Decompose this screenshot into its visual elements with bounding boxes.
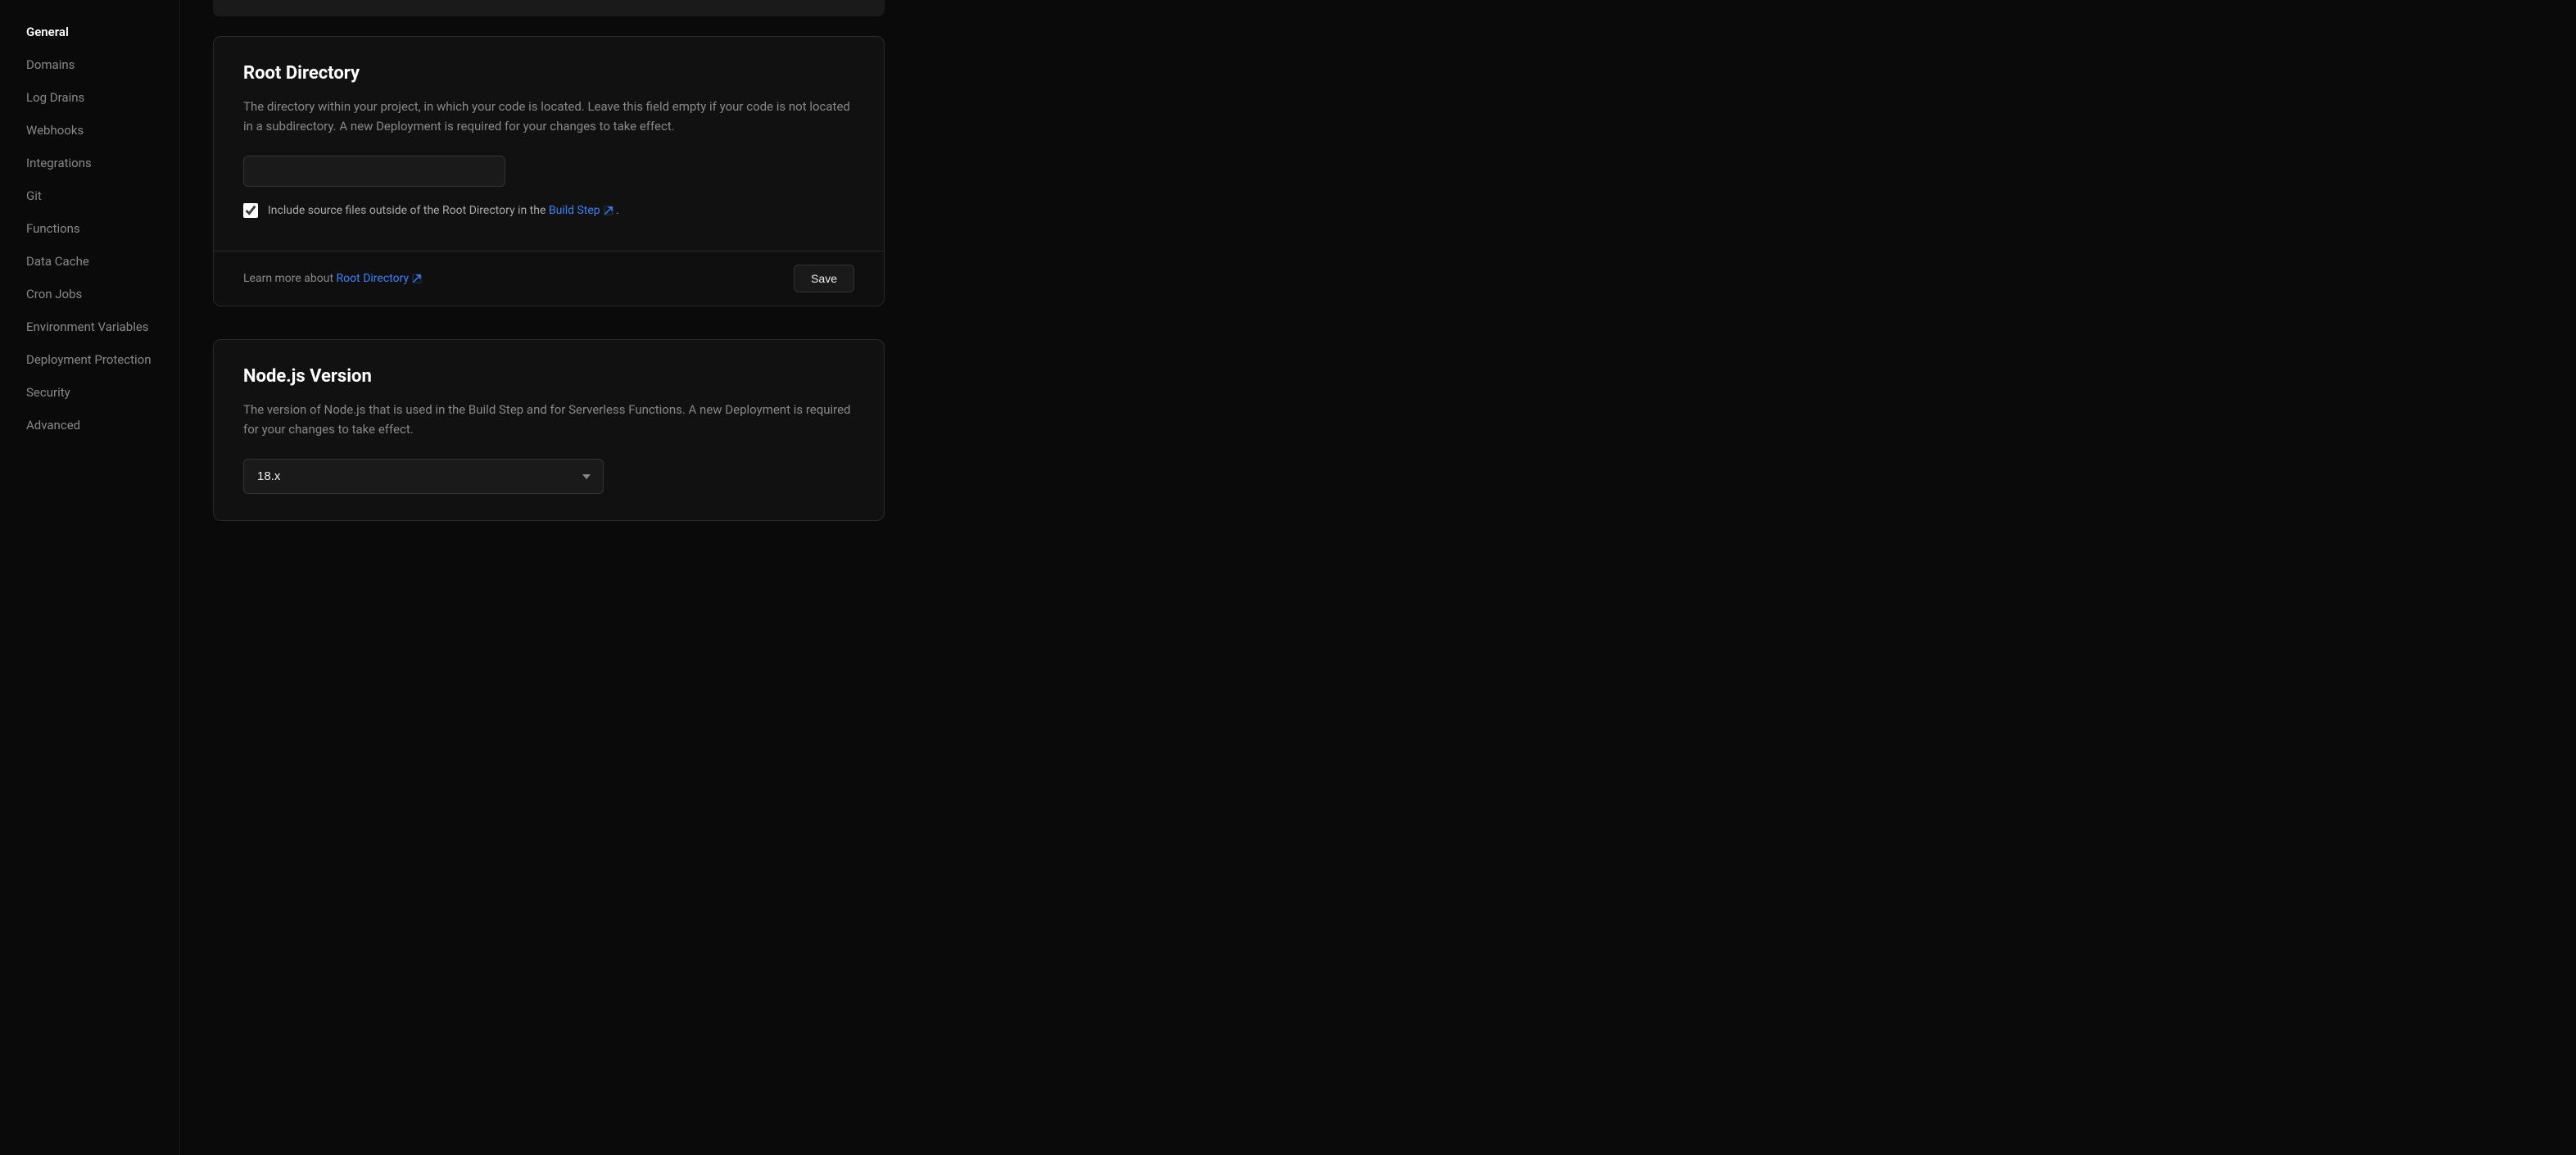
sidebar-item-advanced[interactable]: Advanced [7,410,173,441]
checkbox-label: Include source files outside of the Root… [268,204,619,217]
checkbox-row: Include source files outside of the Root… [243,203,854,218]
root-directory-footer: Learn more about Root Directory Save [214,251,884,306]
nodejs-version-description: The version of Node.js that is used in t… [243,400,854,439]
nodejs-version-select-wrapper: 18.x 20.x 16.x 14.x [243,459,604,494]
sidebar-item-webhooks[interactable]: Webhooks [7,115,173,146]
nodejs-version-title: Node.js Version [243,366,854,387]
nodejs-version-body: Node.js Version The version of Node.js t… [214,340,884,520]
external-link-icon [604,206,613,215]
root-directory-title: Root Directory [243,63,854,84]
sidebar-item-domains[interactable]: Domains [7,49,173,80]
sidebar-item-log-drains[interactable]: Log Drains [7,82,173,113]
sidebar-item-git[interactable]: Git [7,180,173,211]
sidebar-item-functions[interactable]: Functions [7,213,173,244]
include-source-checkbox[interactable] [243,203,258,218]
sidebar: General Domains Log Drains Webhooks Inte… [0,0,180,1155]
root-directory-input[interactable] [243,156,505,187]
sidebar-item-cron-jobs[interactable]: Cron Jobs [7,279,173,310]
footer-text: Learn more about Root Directory [243,272,422,285]
sidebar-item-deployment-protection[interactable]: Deployment Protection [7,344,173,375]
nodejs-version-card: Node.js Version The version of Node.js t… [213,339,885,521]
sidebar-item-integrations[interactable]: Integrations [7,147,173,179]
sidebar-item-data-cache[interactable]: Data Cache [7,246,173,277]
root-directory-save-button[interactable]: Save [794,265,854,292]
build-step-link[interactable]: Build Step [549,204,613,217]
external-link-icon-2 [412,274,422,283]
sidebar-item-security[interactable]: Security [7,377,173,408]
root-directory-card: Root Directory The directory within your… [213,36,885,306]
sidebar-item-environment-variables[interactable]: Environment Variables [7,311,173,342]
root-directory-body: Root Directory The directory within your… [214,37,884,251]
nodejs-version-select[interactable]: 18.x 20.x 16.x 14.x [243,459,604,494]
main-content: Root Directory The directory within your… [180,0,917,1155]
sidebar-item-general[interactable]: General [7,16,173,48]
root-directory-description: The directory within your project, in wh… [243,97,854,136]
cards-container: Root Directory The directory within your… [213,36,885,521]
top-bar [213,0,885,16]
root-directory-link[interactable]: Root Directory [337,272,423,285]
